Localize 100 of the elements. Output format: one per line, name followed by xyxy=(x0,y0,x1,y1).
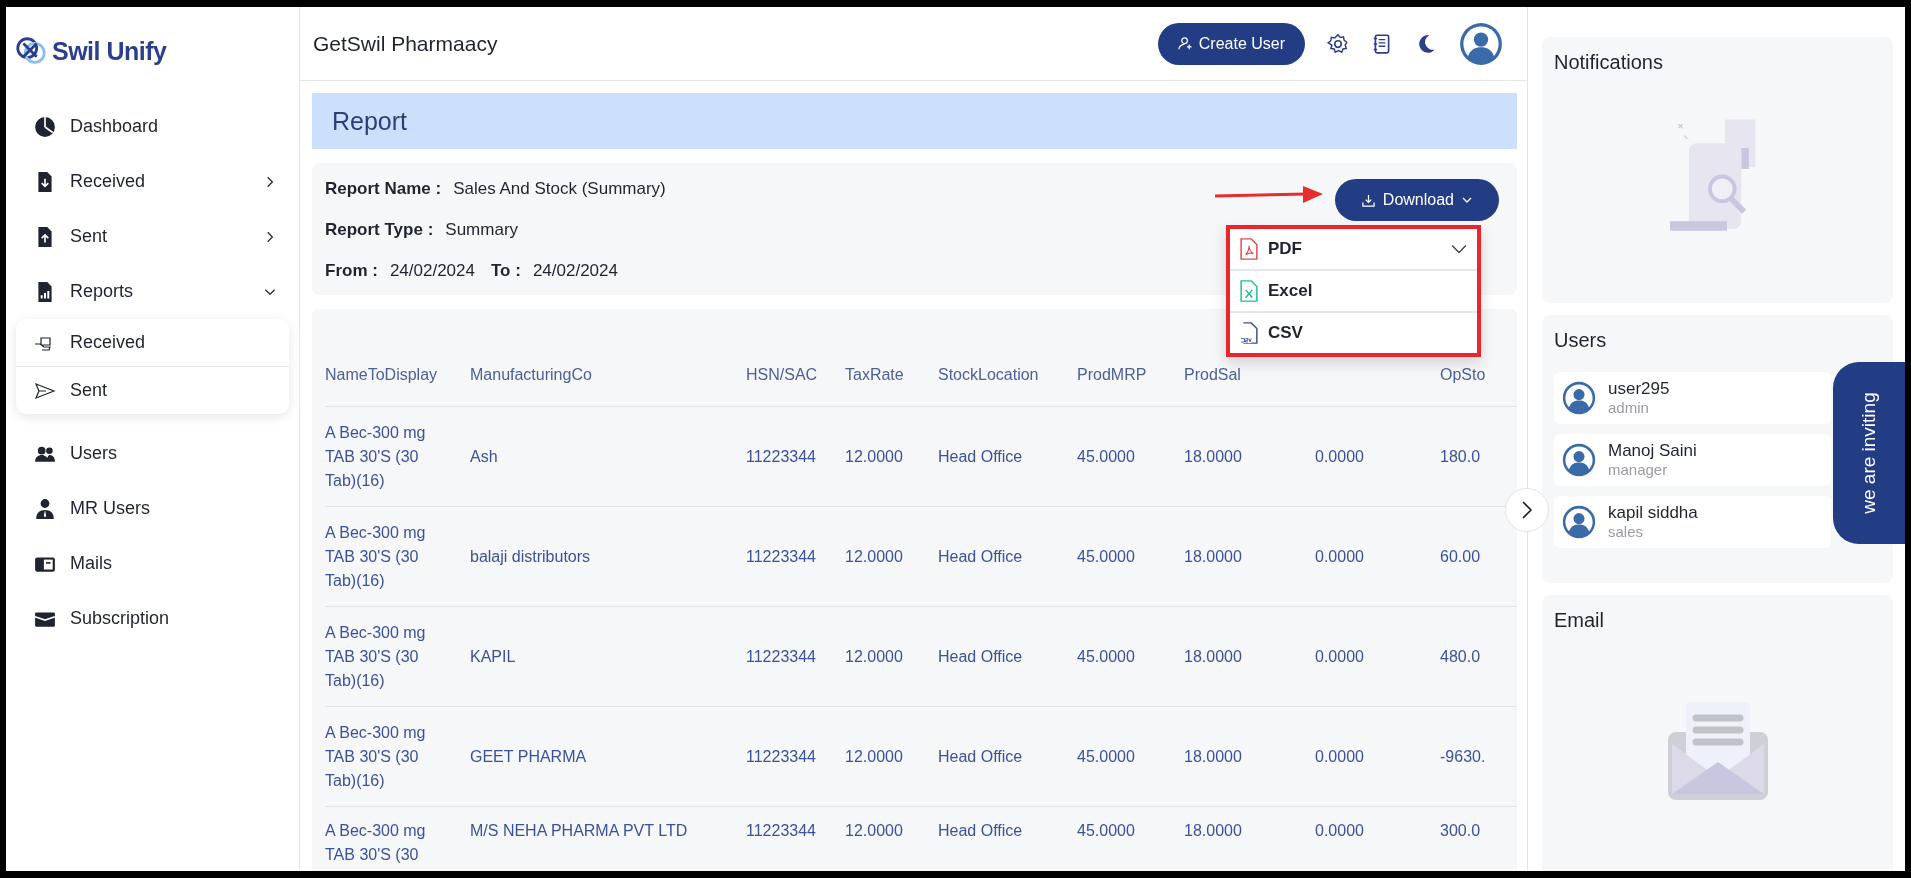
download-icon xyxy=(1360,192,1376,208)
brand-name: Swil Unify xyxy=(52,36,167,66)
table-cell: 12.0000 xyxy=(845,822,903,839)
table-cell: 12.0000 xyxy=(845,747,903,765)
field-value: 24/02/2024 xyxy=(389,261,475,281)
table-cell: Head Office xyxy=(938,647,1023,665)
table-cell: 0.0000 xyxy=(1315,647,1364,665)
table-cell: 11223344 xyxy=(746,447,816,465)
column-header: HSN/SAC xyxy=(746,366,818,383)
table-cell: KAPIL xyxy=(470,647,516,665)
sidebar-item[interactable]: Subscription xyxy=(6,591,299,646)
pdf-file-icon xyxy=(1240,237,1258,261)
menu-item[interactable]: PDF xyxy=(1230,229,1477,269)
table-cell: A Bec-300 mg TAB 30'S (30 Tab)(16) xyxy=(325,623,426,689)
table-cell: A Bec-300 mg TAB 30'S (30 xyxy=(325,822,426,863)
menu-item[interactable]: CSV xyxy=(1230,311,1477,353)
avatar-icon xyxy=(1459,21,1503,66)
sidebar-item-label: Mails xyxy=(70,553,113,574)
table-cell: 12.0000 xyxy=(845,447,903,465)
table-cell: 45.0000 xyxy=(1077,647,1135,665)
table-cell: 18.0000 xyxy=(1184,822,1242,839)
table-cell: A Bec-300 mg TAB 30'S (30 Tab)(16) xyxy=(325,723,426,789)
column-header: ProdSal xyxy=(1184,366,1241,383)
submenu-item-label: Received xyxy=(70,332,146,353)
user-card[interactable]: user295 admin xyxy=(1554,372,1831,424)
sidebar-item-label: Subscription xyxy=(70,608,171,629)
sidebar-item[interactable]: MR Users xyxy=(6,481,299,536)
column-header: ManufacturingCo xyxy=(470,366,592,383)
user-card[interactable]: kapil siddha sales xyxy=(1554,496,1831,548)
table-cell: 11223344 xyxy=(746,822,816,839)
table-cell: 60.00 xyxy=(1440,547,1481,565)
sidebar-item[interactable]: Dashboard xyxy=(6,99,299,154)
user-role: manager xyxy=(1608,460,1669,479)
sidebar-item[interactable]: Mails xyxy=(6,536,299,591)
field-label: Report Type : xyxy=(325,220,434,240)
table-cell: 45.0000 xyxy=(1077,447,1135,465)
download-button[interactable]: Download xyxy=(1334,179,1499,221)
column-header: OpSto xyxy=(1440,366,1486,383)
field-value: Summary xyxy=(445,220,519,240)
column-header: NameToDisplay xyxy=(325,366,438,383)
field-label: Report Name : xyxy=(325,179,442,199)
table-cell: 0.0000 xyxy=(1315,822,1364,839)
table-cell: Head Office xyxy=(938,447,1023,465)
sidebar-item-label: Sent xyxy=(70,226,109,247)
panel-title: Users xyxy=(1554,329,1608,352)
table-cell: M/S NEHA PHARMA PVT LTD xyxy=(470,822,688,839)
table-cell: 300.0 xyxy=(1440,822,1481,839)
sidebar-item[interactable]: Users xyxy=(6,426,299,481)
table-cell: Head Office xyxy=(938,822,1023,839)
user-name: kapil siddha xyxy=(1608,503,1698,522)
table-cell: Head Office xyxy=(938,747,1023,765)
table-cell: A Bec-300 mg TAB 30'S (30 Tab)(16) xyxy=(325,523,426,589)
sidebar-item-label: Received xyxy=(70,171,147,192)
table-cell: 12.0000 xyxy=(845,547,903,565)
table-cell: 12.0000 xyxy=(845,647,903,665)
submenu-item-label: Sent xyxy=(70,380,108,401)
settings-icon[interactable] xyxy=(1327,32,1349,55)
sidebar-item[interactable]: Sent xyxy=(6,209,299,264)
user-role: sales xyxy=(1608,522,1645,541)
sidebar-item-label: Reports xyxy=(70,281,135,302)
table-cell: -9630. xyxy=(1440,747,1486,765)
table-cell: 18.0000 xyxy=(1184,547,1242,565)
pharmacy-name: GetSwil Pharmaacy xyxy=(313,31,498,56)
field-label: From : xyxy=(325,261,378,281)
submenu-item[interactable]: Sent xyxy=(16,366,289,414)
pie-chart-icon xyxy=(34,115,56,138)
create-user-button[interactable]: Create User xyxy=(1157,22,1305,65)
panel-title: Notifications xyxy=(1554,51,1663,74)
csv-file-icon xyxy=(1240,321,1258,345)
table-cell: balaji distributors xyxy=(470,547,591,565)
table-cell: 11223344 xyxy=(746,547,816,565)
table-cell: A Bec-300 mg TAB 30'S (30 Tab)(16) xyxy=(325,423,426,489)
spreadsheet-file-icon xyxy=(1240,279,1258,303)
user-name: Manoj Saini xyxy=(1608,441,1697,460)
invite-tab[interactable]: we are inviting xyxy=(1833,362,1905,544)
person-tie-icon xyxy=(34,497,56,520)
avatar-icon xyxy=(1562,505,1596,539)
user-role: admin xyxy=(1608,398,1650,417)
field-value: Sales And Stock (Summary) xyxy=(453,179,666,199)
user-name: user295 xyxy=(1608,379,1670,398)
chevron-right-icon xyxy=(1521,500,1533,520)
table-cell: 18.0000 xyxy=(1184,747,1242,765)
sidebar-item[interactable]: Received xyxy=(6,154,299,209)
user-card[interactable]: Manoj Saini manager xyxy=(1554,434,1831,486)
table-cell: 45.0000 xyxy=(1077,747,1135,765)
table-cell: 45.0000 xyxy=(1077,822,1135,839)
table-cell: 11223344 xyxy=(746,747,816,765)
table-cell: 0.0000 xyxy=(1315,447,1364,465)
table-cell: 0.0000 xyxy=(1315,747,1364,765)
table-cell: Ash xyxy=(470,447,498,465)
table-cell: 480.0 xyxy=(1440,647,1481,665)
avatar-icon xyxy=(1562,381,1596,415)
table-cell: GEET PHARMA xyxy=(470,747,587,765)
add-user-icon xyxy=(1177,36,1193,51)
column-header: ProdMRP xyxy=(1077,366,1147,383)
column-header: TaxRate xyxy=(845,366,904,383)
sidebar-item[interactable]: Reports xyxy=(6,264,299,319)
menu-item[interactable]: Excel xyxy=(1230,269,1477,311)
submenu-item[interactable]: Received xyxy=(16,319,289,366)
table-cell: 18.0000 xyxy=(1184,447,1242,465)
